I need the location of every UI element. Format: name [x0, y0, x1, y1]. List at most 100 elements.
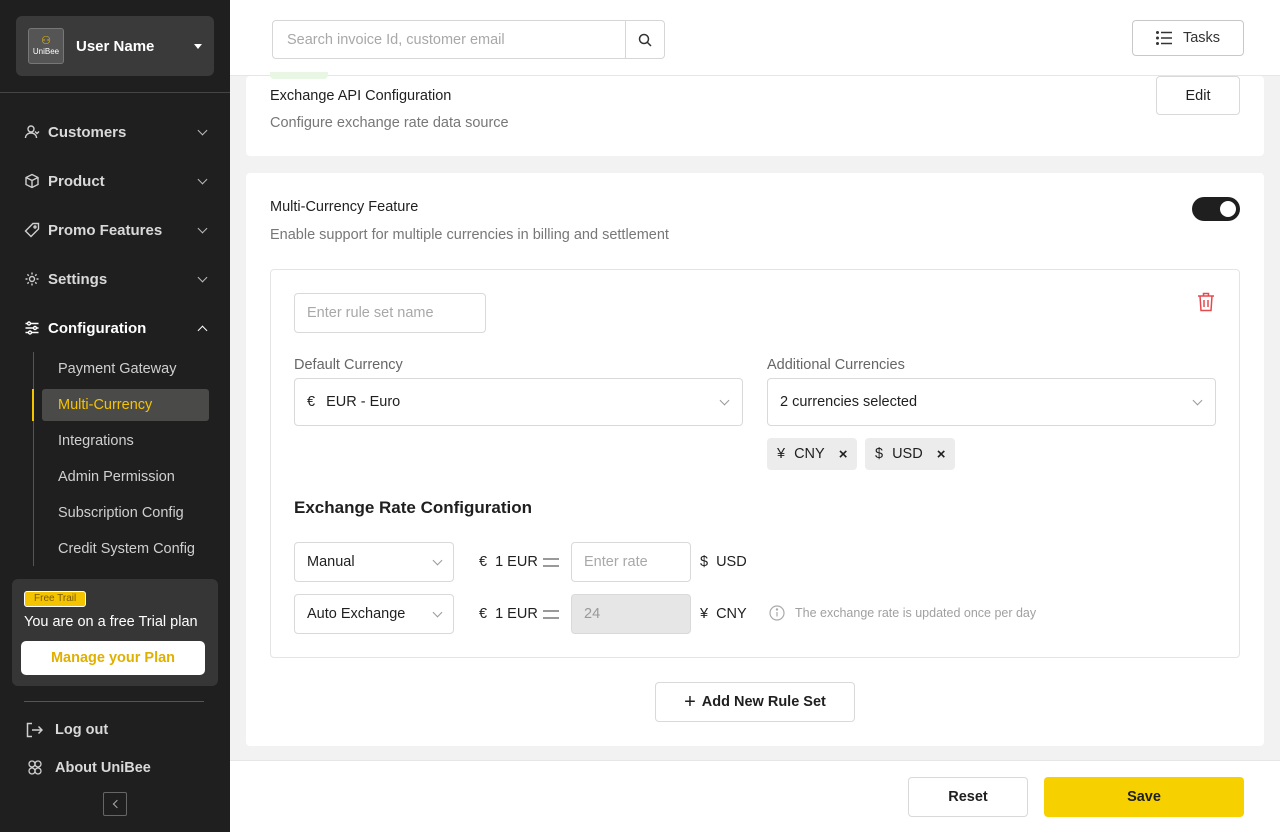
- nav-promo-features[interactable]: Promo Features: [24, 218, 210, 242]
- logout-label: Log out: [55, 722, 109, 738]
- nav-label: Settings: [48, 270, 108, 288]
- nav-product[interactable]: Product: [24, 169, 210, 193]
- nav-label: Promo Features: [48, 221, 163, 239]
- chevron-down-icon: [197, 272, 208, 282]
- rate-input[interactable]: [571, 542, 691, 582]
- chevron-up-icon: [197, 325, 208, 335]
- nav-customers[interactable]: Customers: [24, 120, 210, 144]
- user-menu[interactable]: ⚇ UniBee User Name: [16, 16, 214, 76]
- trial-badge: Free Trail: [24, 591, 87, 607]
- tasks-button[interactable]: Tasks: [1132, 20, 1244, 56]
- footer-bar: Reset Save: [230, 760, 1280, 832]
- rule-set: Default Currency € EUR - Euro Additional…: [270, 269, 1240, 658]
- sliders-icon: [24, 320, 40, 336]
- plus-icon: +: [684, 691, 696, 713]
- tag-label: USD: [892, 446, 923, 462]
- search-icon: [638, 33, 652, 47]
- add-rule-set-button[interactable]: + Add New Rule Set: [655, 682, 855, 722]
- divider: [24, 701, 204, 702]
- rate-mode-select[interactable]: Auto Exchange: [294, 594, 454, 634]
- reset-button[interactable]: Reset: [908, 777, 1028, 817]
- additional-currencies-label: Additional Currencies: [767, 357, 905, 373]
- rate-from-value: 1 EUR: [495, 554, 538, 570]
- sub-item-admin-permission[interactable]: Admin Permission: [42, 461, 209, 493]
- chevron-down-icon: [719, 395, 730, 405]
- toggle-knob: [1220, 201, 1236, 217]
- chevron-down-icon: [197, 125, 208, 135]
- caret-down-icon: [194, 43, 202, 49]
- currency-tag-cny: ¥ CNY ×: [767, 438, 858, 470]
- sub-item-payment-gateway[interactable]: Payment Gateway: [42, 353, 209, 385]
- save-button[interactable]: Save: [1044, 777, 1244, 817]
- multi-currency-toggle[interactable]: [1192, 197, 1240, 221]
- rate-to-value: CNY: [716, 606, 747, 622]
- remove-tag-icon[interactable]: ×: [937, 446, 946, 463]
- select-value: EUR - Euro: [326, 394, 401, 410]
- status-tab: [270, 72, 328, 79]
- currency-symbol: €: [307, 394, 316, 410]
- default-currency-select[interactable]: € EUR - Euro: [294, 378, 743, 426]
- search-box: [272, 20, 665, 59]
- tag-label: CNY: [794, 446, 825, 462]
- select-value: 2 currencies selected: [780, 394, 918, 410]
- rate-to-value: USD: [716, 554, 747, 570]
- nav-settings[interactable]: Settings: [24, 267, 210, 291]
- trash-icon: [1198, 292, 1214, 312]
- exchange-api-title: Exchange API Configuration: [270, 88, 452, 104]
- sidebar: ⚇ UniBee User Name Customers Product Pro…: [0, 0, 230, 832]
- currency-tag-usd: $ USD ×: [865, 438, 956, 470]
- exchange-api-desc: Configure exchange rate data source: [270, 115, 509, 131]
- exchange-rate-title: Exchange Rate Configuration: [294, 498, 533, 517]
- submenu-line: [33, 352, 34, 566]
- info-text: The exchange rate is updated once per da…: [795, 606, 1037, 620]
- tag-icon: [24, 222, 40, 238]
- equals-icon: [543, 610, 559, 619]
- sub-item-subscription-config[interactable]: Subscription Config: [42, 497, 209, 529]
- trial-box: Free Trail You are on a free Trial plan …: [12, 579, 218, 686]
- logout-icon: [26, 722, 44, 738]
- multi-currency-title: Multi-Currency Feature: [270, 199, 419, 215]
- currency-symbol: $: [700, 554, 709, 570]
- add-rule-label: Add New Rule Set: [701, 694, 826, 710]
- nav-configuration[interactable]: Configuration: [24, 316, 210, 340]
- edit-button[interactable]: Edit: [1156, 76, 1240, 115]
- about-label: About UniBee: [55, 760, 151, 776]
- search-input[interactable]: [273, 21, 625, 58]
- rate-input-readonly: [571, 594, 691, 634]
- equals-icon: [543, 558, 559, 567]
- collapse-sidebar-button[interactable]: [103, 792, 127, 816]
- currency-symbol: €: [479, 606, 488, 622]
- unibee-logo: ⚇ UniBee: [28, 28, 64, 64]
- tag-symbol: $: [875, 446, 884, 462]
- delete-rule-button[interactable]: [1197, 292, 1215, 317]
- gear-icon: [24, 271, 40, 287]
- search-button[interactable]: [625, 21, 664, 58]
- rate-to: $ USD: [700, 554, 747, 570]
- rate-from: €1 EUR: [479, 606, 538, 622]
- about-icon: [26, 759, 44, 777]
- rate-from: €1 EUR: [479, 554, 538, 570]
- multi-currency-card: Multi-Currency Feature Enable support fo…: [246, 173, 1264, 746]
- divider: [0, 92, 230, 93]
- nav-label: Customers: [48, 123, 127, 141]
- logout-button[interactable]: Log out: [26, 719, 108, 741]
- sub-item-credit-system-config[interactable]: Credit System Config: [42, 533, 209, 565]
- trial-text: You are on a free Trial plan: [24, 614, 198, 630]
- rule-set-name-input[interactable]: [294, 293, 486, 333]
- additional-currencies-select[interactable]: 2 currencies selected: [767, 378, 1216, 426]
- topbar: Tasks: [230, 0, 1280, 76]
- sub-item-integrations[interactable]: Integrations: [42, 425, 209, 457]
- rate-info-note: The exchange rate is updated once per da…: [769, 605, 1036, 621]
- tasks-label: Tasks: [1182, 30, 1221, 46]
- rate-mode-select[interactable]: Manual: [294, 542, 454, 582]
- user-name: User Name: [76, 37, 155, 55]
- sub-item-multi-currency[interactable]: Multi-Currency: [32, 389, 209, 421]
- chevron-down-icon: [197, 174, 208, 184]
- chevron-down-icon: [1192, 395, 1203, 405]
- remove-tag-icon[interactable]: ×: [839, 446, 848, 463]
- chevron-down-icon: [197, 223, 208, 233]
- chevron-down-icon: [432, 555, 443, 565]
- list-icon: [1155, 31, 1173, 45]
- about-button[interactable]: About UniBee: [26, 757, 151, 779]
- manage-plan-button[interactable]: Manage your Plan: [21, 641, 205, 675]
